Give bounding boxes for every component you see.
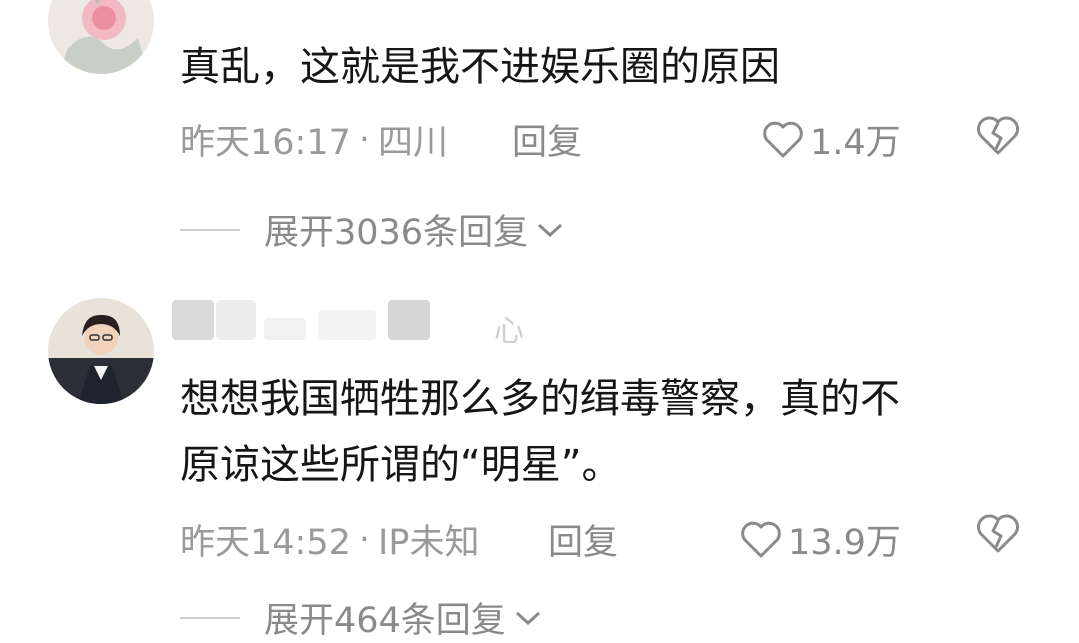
comment-text: 想想我国牺牲那么多的缉毒警察，真的不 原谅这些所谓的“明星”。 [180,376,900,488]
blurred-username [318,310,376,340]
blurred-username [388,300,430,340]
avatar-image [48,0,154,74]
expand-replies-button[interactable]: 展开464条回复 [180,592,542,643]
chevron-down-icon [515,611,540,625]
broken-heart-icon [977,116,1019,155]
dislike-button[interactable] [976,116,1020,156]
blurred-username [216,300,256,340]
blurred-username [264,318,306,340]
broken-heart-icon [977,514,1019,553]
comment-meta: 昨天14:52 · IP未知 [180,514,479,565]
expand-replies-label: 展开464条回复 [264,601,506,641]
avatar[interactable] [48,298,154,404]
username[interactable]: 心 [494,306,524,350]
comment-location: IP未知 [378,523,480,563]
heart-icon [741,521,781,557]
like-button[interactable]: 13.9万 [740,514,901,565]
blurred-username [172,300,214,340]
comment-text: 真乱，这就是我不进娱乐圈的原因 [180,44,780,90]
reply-button[interactable]: 回复 [512,114,582,165]
comment-time: 昨天16:17 [180,123,351,163]
reply-button[interactable]: 回复 [548,514,618,565]
comment-meta: 昨天16:17 · 四川 [180,114,448,165]
like-count: 1.4万 [810,123,901,163]
meta-separator: · [358,119,371,160]
expand-replies-button[interactable]: 展开3036条回复 [180,204,564,255]
divider-line [180,228,240,231]
like-count: 13.9万 [788,523,901,563]
avatar[interactable] [48,0,154,74]
heart-icon [763,121,803,157]
comment-time: 昨天14:52 [180,523,351,563]
comment-location: 四川 [378,123,449,163]
dislike-button[interactable] [976,514,1020,554]
meta-separator: · [358,519,371,560]
like-button[interactable]: 1.4万 [762,114,901,165]
expand-replies-label: 展开3036条回复 [264,213,529,253]
divider-line [180,616,240,619]
avatar-image [48,298,154,404]
chevron-down-icon [538,223,563,237]
